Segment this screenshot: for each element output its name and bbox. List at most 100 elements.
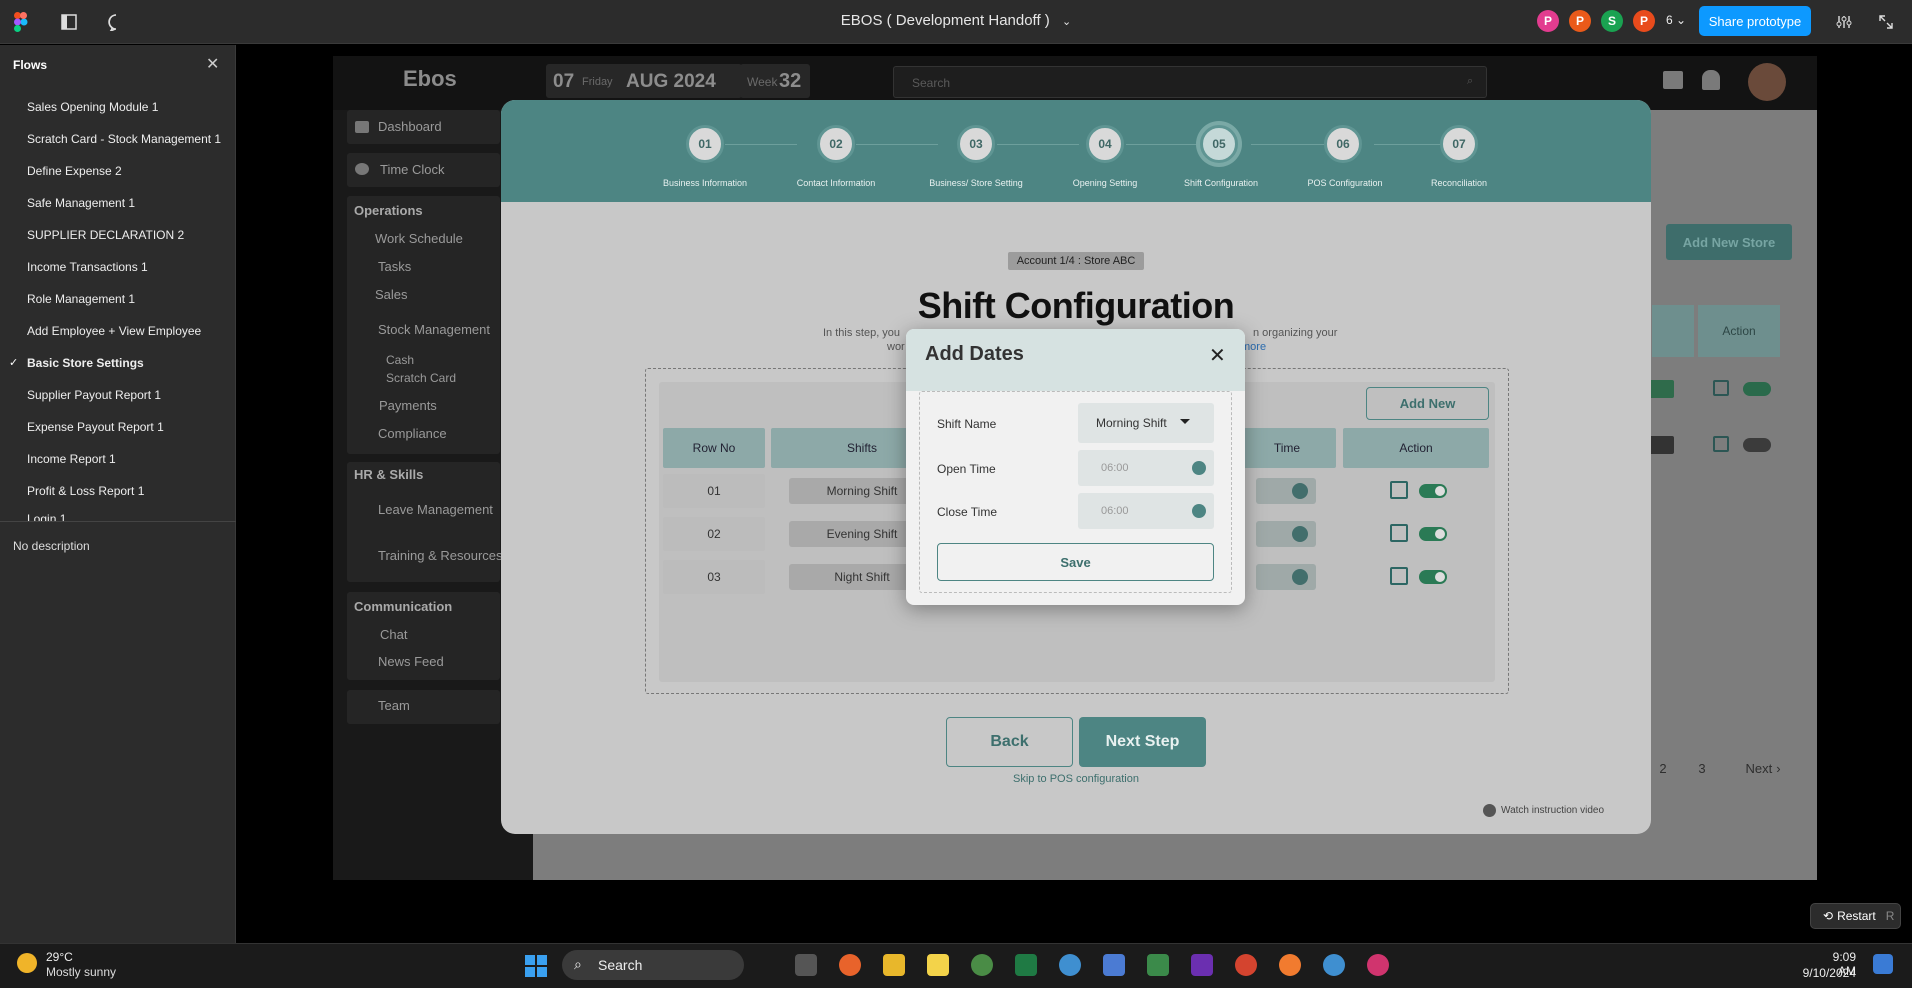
- clock-icon[interactable]: [1192, 504, 1206, 518]
- step-connector: [1126, 144, 1208, 145]
- sidebar-item-work-schedule[interactable]: Work Schedule: [375, 231, 463, 246]
- step-6[interactable]: 06: [1324, 125, 1362, 163]
- edit-icon[interactable]: [1713, 436, 1729, 452]
- flow-item[interactable]: Income Transactions 1: [27, 260, 148, 274]
- excel-icon[interactable]: [1015, 954, 1037, 976]
- chrome-icon[interactable]: [1235, 954, 1257, 976]
- edit-icon[interactable]: [1713, 380, 1729, 396]
- step-7[interactable]: 07: [1440, 125, 1478, 163]
- sidebar-item-chat[interactable]: Chat: [380, 627, 407, 642]
- sidebar-item-dashboard[interactable]: Dashboard: [378, 119, 442, 134]
- flow-item[interactable]: Expense Payout Report 1: [27, 420, 164, 434]
- toggle-active[interactable]: [1419, 484, 1447, 498]
- flow-item[interactable]: Safe Management 1: [27, 196, 135, 210]
- task-view-icon[interactable]: [795, 954, 817, 976]
- back-button[interactable]: Back: [946, 717, 1073, 767]
- notepad-icon[interactable]: [1103, 954, 1125, 976]
- flow-item[interactable]: Supplier Payout Report 1: [27, 388, 161, 402]
- postman-icon[interactable]: [1279, 954, 1301, 976]
- bell-icon[interactable]: [1702, 70, 1720, 90]
- flow-item[interactable]: Profit & Loss Report 1: [27, 484, 144, 498]
- restart-button[interactable]: ⟲ Restart R: [1810, 903, 1901, 929]
- sidebar-item-time-clock[interactable]: Time Clock: [380, 162, 445, 177]
- chrome-icon[interactable]: [971, 954, 993, 976]
- toggle-active[interactable]: [1419, 570, 1447, 584]
- sidebar-item-leave-management[interactable]: Leave Management: [378, 502, 493, 517]
- sidebar-item-tasks[interactable]: Tasks: [378, 259, 411, 274]
- step-5-active[interactable]: 05: [1200, 125, 1238, 163]
- flow-item[interactable]: Add Employee + View Employee: [27, 324, 201, 338]
- close-icon[interactable]: ✕: [1209, 343, 1226, 368]
- taskbar-search[interactable]: ⌕ Search: [562, 950, 744, 980]
- flow-item[interactable]: Define Expense 2: [27, 164, 122, 178]
- close-time-input[interactable]: 06:00: [1078, 493, 1214, 529]
- avatar-count[interactable]: 6 ⌄: [1666, 13, 1686, 27]
- sidebar-item-training[interactable]: Training & Resources: [378, 548, 503, 563]
- pagination-page[interactable]: 2: [1653, 757, 1673, 779]
- windows-start-icon[interactable]: [525, 955, 547, 977]
- app-icon[interactable]: [1367, 954, 1389, 976]
- chat-icon[interactable]: [1663, 71, 1683, 89]
- sidebar-item-payments[interactable]: Payments: [379, 398, 437, 413]
- sidebar-item-cash[interactable]: Cash: [386, 353, 414, 367]
- chrome-icon[interactable]: [1059, 954, 1081, 976]
- sticky-notes-icon[interactable]: [927, 954, 949, 976]
- avatar[interactable]: [1748, 63, 1786, 101]
- flow-item[interactable]: Login 1: [27, 512, 66, 521]
- share-prototype-button[interactable]: Share prototype: [1699, 6, 1811, 36]
- save-button[interactable]: Save: [937, 543, 1214, 581]
- flow-item-selected[interactable]: Basic Store Settings: [27, 356, 144, 370]
- avatar[interactable]: P: [1569, 10, 1591, 32]
- file-explorer-icon[interactable]: [883, 954, 905, 976]
- clock-icon[interactable]: [1192, 461, 1206, 475]
- document-title[interactable]: EBOS ( Development Handoff ) ⌄: [0, 12, 1912, 29]
- sidebar-item-sales[interactable]: Sales: [375, 287, 408, 302]
- flow-item[interactable]: Scratch Card - Stock Management 1: [27, 132, 221, 146]
- edit-icon[interactable]: [1390, 524, 1408, 542]
- step-3[interactable]: 03: [957, 125, 995, 163]
- skip-pos-link[interactable]: Skip to POS configuration: [1013, 773, 1139, 785]
- sidebar-item-compliance[interactable]: Compliance: [378, 426, 447, 441]
- document-icon[interactable]: [1147, 954, 1169, 976]
- chevron-down-icon[interactable]: ⌄: [1062, 16, 1071, 28]
- sidebar-item-stock-management[interactable]: Stock Management: [378, 322, 490, 337]
- toggle-on[interactable]: [1743, 382, 1771, 396]
- app-search-input[interactable]: Search ⌕: [893, 66, 1487, 98]
- weather-description[interactable]: Mostly sunny: [46, 965, 116, 979]
- firefox-icon[interactable]: [839, 954, 861, 976]
- settings-sliders-icon[interactable]: [1832, 10, 1856, 34]
- shift-name-select[interactable]: Morning Shift: [1078, 403, 1214, 443]
- sidebar-item-team[interactable]: Team: [378, 698, 410, 713]
- watch-video-label: Watch instruction video: [1501, 805, 1605, 816]
- pagination-page[interactable]: 3: [1692, 757, 1712, 779]
- step-1[interactable]: 01: [686, 125, 724, 163]
- flow-item[interactable]: SUPPLIER DECLARATION 2: [27, 228, 184, 242]
- watch-video-link[interactable]: Watch instruction video: [1483, 804, 1604, 817]
- avatar[interactable]: P: [1633, 10, 1655, 32]
- clock-date[interactable]: 9/10/2024: [1790, 966, 1856, 980]
- add-new-store-button[interactable]: Add New Store: [1666, 224, 1792, 260]
- add-new-button[interactable]: Add New: [1366, 387, 1489, 420]
- pagination-next[interactable]: Next ›: [1735, 757, 1791, 779]
- toggle-active[interactable]: [1419, 527, 1447, 541]
- jetbrains-icon[interactable]: [1191, 954, 1213, 976]
- flow-item[interactable]: Role Management 1: [27, 292, 135, 306]
- close-icon[interactable]: ✕: [206, 54, 219, 74]
- toggle-off[interactable]: [1743, 438, 1771, 452]
- edit-icon[interactable]: [1390, 567, 1408, 585]
- step-4[interactable]: 04: [1086, 125, 1124, 163]
- flow-item[interactable]: Sales Opening Module 1: [27, 100, 158, 114]
- avatar[interactable]: S: [1601, 10, 1623, 32]
- sidebar-item-scratch-card[interactable]: Scratch Card: [386, 371, 456, 385]
- next-step-button[interactable]: Next Step: [1079, 717, 1206, 767]
- open-time-input[interactable]: 06:00: [1078, 450, 1214, 486]
- weather-temperature[interactable]: 29°C: [46, 950, 73, 964]
- sidebar-item-news-feed[interactable]: News Feed: [378, 654, 444, 669]
- avatar[interactable]: P: [1537, 10, 1559, 32]
- edit-icon[interactable]: [1390, 481, 1408, 499]
- chrome-icon[interactable]: [1323, 954, 1345, 976]
- flow-item[interactable]: Income Report 1: [27, 452, 116, 466]
- copilot-icon[interactable]: [1873, 954, 1893, 974]
- step-2[interactable]: 02: [817, 125, 855, 163]
- expand-icon[interactable]: [1874, 10, 1898, 34]
